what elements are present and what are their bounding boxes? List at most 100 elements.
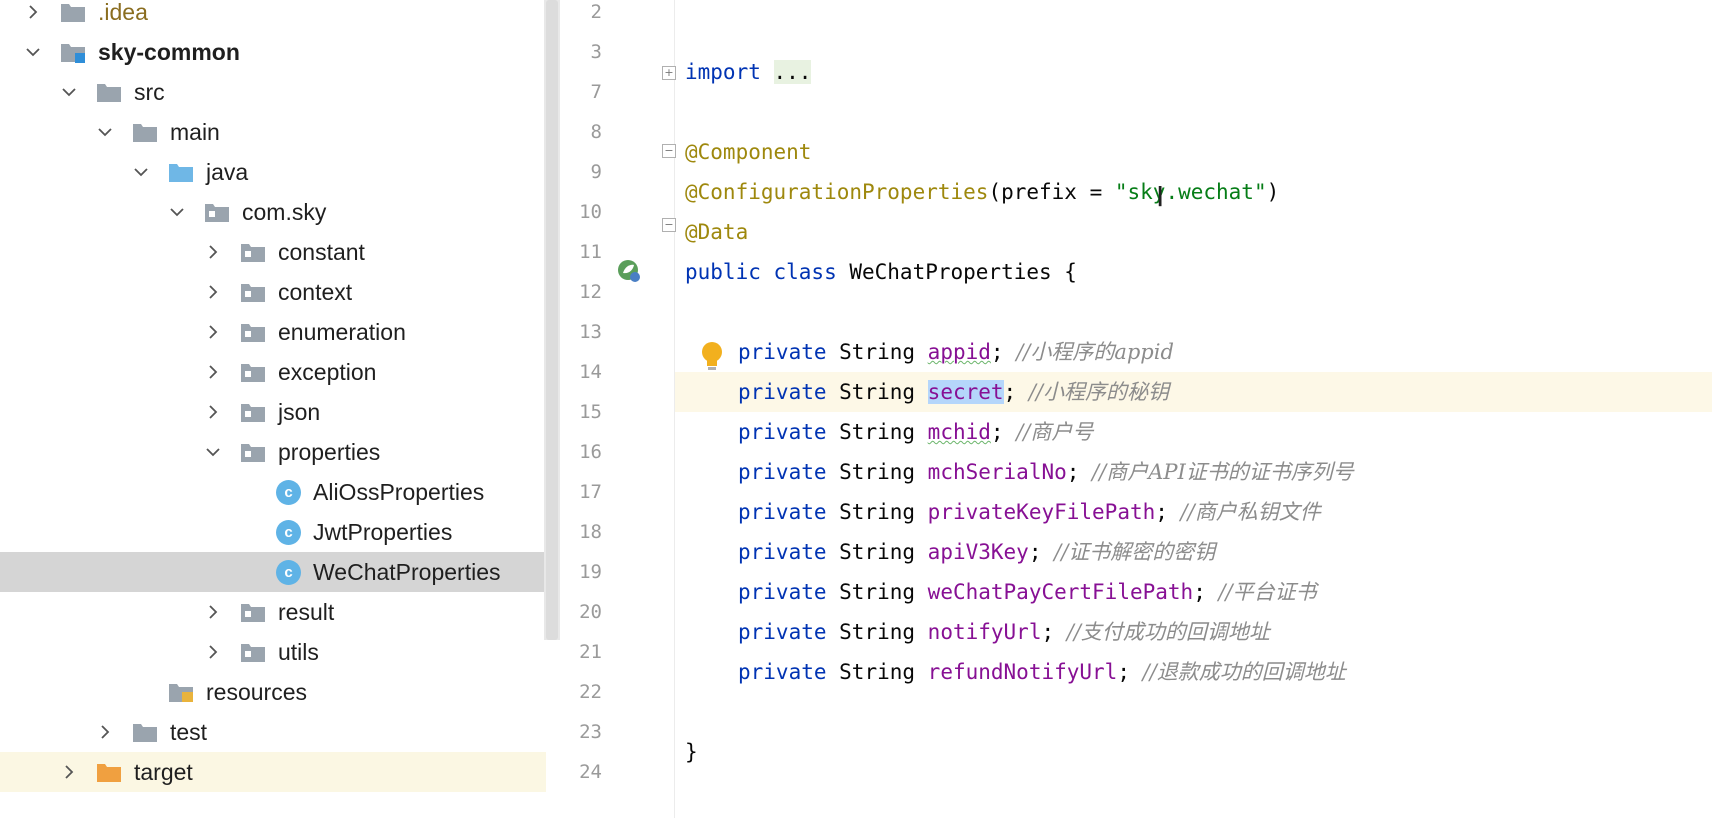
tree-item-json[interactable]: json: [0, 392, 546, 432]
tree-item-jwtproperties[interactable]: c JwtProperties: [0, 512, 546, 552]
fold-import-icon[interactable]: +: [662, 66, 676, 80]
code-line-closing-brace[interactable]: }: [685, 732, 698, 772]
chevron-right-icon[interactable]: [200, 319, 226, 345]
code-line-config-properties[interactable]: @ConfigurationProperties(prefix = "sky.w…: [685, 172, 1279, 212]
tree-item-label: resources: [206, 678, 307, 705]
field-name: notifyUrl: [927, 620, 1042, 644]
code-line-field[interactable]: private String appid; //小程序的appid: [738, 332, 1174, 372]
folder-icon: [132, 721, 158, 743]
tree-item-result[interactable]: result: [0, 592, 546, 632]
code-line-field[interactable]: private String mchid; //商户号: [738, 412, 1093, 452]
chevron-down-icon[interactable]: [200, 439, 226, 465]
chevron-right-icon[interactable]: [200, 599, 226, 625]
code-line-data[interactable]: @Data: [685, 212, 748, 252]
fold-class-start-icon[interactable]: −: [662, 144, 676, 158]
private-keyword: private: [738, 420, 827, 444]
line-number: 18: [579, 521, 602, 543]
code-line-field[interactable]: private String secret; //小程序的秘钥: [738, 372, 1169, 412]
chevron-right-icon[interactable]: [200, 359, 226, 385]
tree-item-sky-common[interactable]: sky-common: [0, 32, 546, 72]
private-keyword: private: [738, 500, 827, 524]
code-line-component[interactable]: @Component: [685, 132, 811, 172]
chevron-right-icon[interactable]: [56, 759, 82, 785]
code-line-field[interactable]: private String notifyUrl; //支付成功的回调地址: [738, 612, 1270, 652]
chevron-right-icon[interactable]: [200, 399, 226, 425]
tree-item-label: enumeration: [278, 318, 406, 345]
spring-bean-icon[interactable]: [616, 258, 642, 284]
tree-item-constant[interactable]: constant: [0, 232, 546, 272]
code-line-class-decl[interactable]: public class WeChatProperties {: [685, 252, 1077, 292]
tree-item-label: result: [278, 598, 335, 625]
code-line-import[interactable]: import ...: [685, 52, 812, 92]
line-number: 22: [579, 681, 602, 703]
class-icon: c: [276, 479, 301, 505]
package-icon: [240, 641, 266, 663]
private-keyword: private: [738, 580, 827, 604]
line-number: 17: [579, 481, 602, 503]
chevron-right-icon[interactable]: [92, 719, 118, 745]
chevron-down-icon[interactable]: [92, 119, 118, 145]
code-line-field[interactable]: private String weChatPayCertFilePath; //…: [738, 572, 1317, 612]
line-number: 14: [579, 361, 602, 383]
package-icon: [240, 321, 266, 343]
import-folded-dots: ...: [773, 60, 812, 84]
code-line-field[interactable]: private String apiV3Key; //证书解密的密钥: [738, 532, 1215, 572]
tree-item-target[interactable]: target: [0, 752, 546, 792]
tree-item-idea[interactable]: .idea: [0, 0, 546, 32]
tree-item-label: com.sky: [242, 198, 327, 225]
chevron-down-icon[interactable]: [128, 159, 154, 185]
tree-item-properties[interactable]: properties: [0, 432, 546, 472]
tree-item-context[interactable]: context: [0, 272, 546, 312]
string-type: String: [826, 500, 928, 524]
field-comment: //证书解密的密钥: [1054, 540, 1216, 564]
tree-item-enumeration[interactable]: enumeration: [0, 312, 546, 352]
code-line-field[interactable]: private String mchSerialNo; //商户API证书的证书…: [738, 452, 1354, 492]
tree-item-src[interactable]: src: [0, 72, 546, 112]
chevron-down-icon[interactable]: [56, 79, 82, 105]
tree-item-label: constant: [278, 238, 365, 265]
tree-item-label: src: [134, 78, 165, 105]
data-annotation: @Data: [685, 220, 749, 244]
private-keyword: private: [738, 540, 827, 564]
string-type: String: [826, 340, 928, 364]
string-type: String: [826, 580, 928, 604]
chevron-right-icon[interactable]: [200, 239, 226, 265]
tree-item-resources[interactable]: resources: [0, 672, 546, 712]
class-name: WeChatProperties {: [836, 260, 1077, 284]
tree-item-utils[interactable]: utils: [0, 632, 546, 672]
folder-icon: [60, 1, 86, 23]
code-line-field[interactable]: private String privateKeyFilePath; //商户私…: [738, 492, 1321, 532]
string-type: String: [826, 660, 928, 684]
code-line-field[interactable]: private String refundNotifyUrl; //退款成功的回…: [738, 652, 1346, 692]
class-keyword: public class: [685, 260, 837, 284]
tree-item-main[interactable]: main: [0, 112, 546, 152]
chevron-right-icon[interactable]: [200, 639, 226, 665]
line-number: 20: [579, 601, 602, 623]
string-type: String: [826, 540, 928, 564]
folder-icon: [132, 121, 158, 143]
prefix-string: "sky.wechat": [1114, 180, 1267, 204]
tree-scrollbar-thumb[interactable]: [546, 0, 558, 640]
chevron-down-icon[interactable]: [164, 199, 190, 225]
tree-item-com-sky[interactable]: com.sky: [0, 192, 546, 232]
field-comment: //商户API证书的证书序列号: [1092, 460, 1354, 484]
tree-item-test[interactable]: test: [0, 712, 546, 752]
field-name: weChatPayCertFilePath: [927, 580, 1194, 604]
resources-folder-icon: [168, 681, 194, 703]
tree-item-wechatproperties[interactable]: c WeChatProperties: [0, 552, 546, 592]
class-icon: c: [276, 559, 301, 585]
field-name: secret: [927, 380, 1004, 404]
lightbulb-icon[interactable]: [699, 341, 725, 371]
chevron-right-icon[interactable]: [200, 279, 226, 305]
fold-class-annotations-icon[interactable]: −: [662, 218, 676, 232]
tree-item-exception[interactable]: exception: [0, 352, 546, 392]
tree-item-aliossproperties[interactable]: c AliOssProperties: [0, 472, 546, 512]
chevron-right-icon[interactable]: [20, 0, 46, 25]
package-icon: [240, 241, 266, 263]
tree-item-java[interactable]: java: [0, 152, 546, 192]
string-type: String: [826, 380, 928, 404]
component-annotation: @Component: [685, 140, 812, 164]
tree-item-label: json: [278, 398, 321, 425]
mouse-text-cursor-icon: Ⅰ: [1156, 180, 1165, 213]
chevron-down-icon[interactable]: [20, 39, 46, 65]
